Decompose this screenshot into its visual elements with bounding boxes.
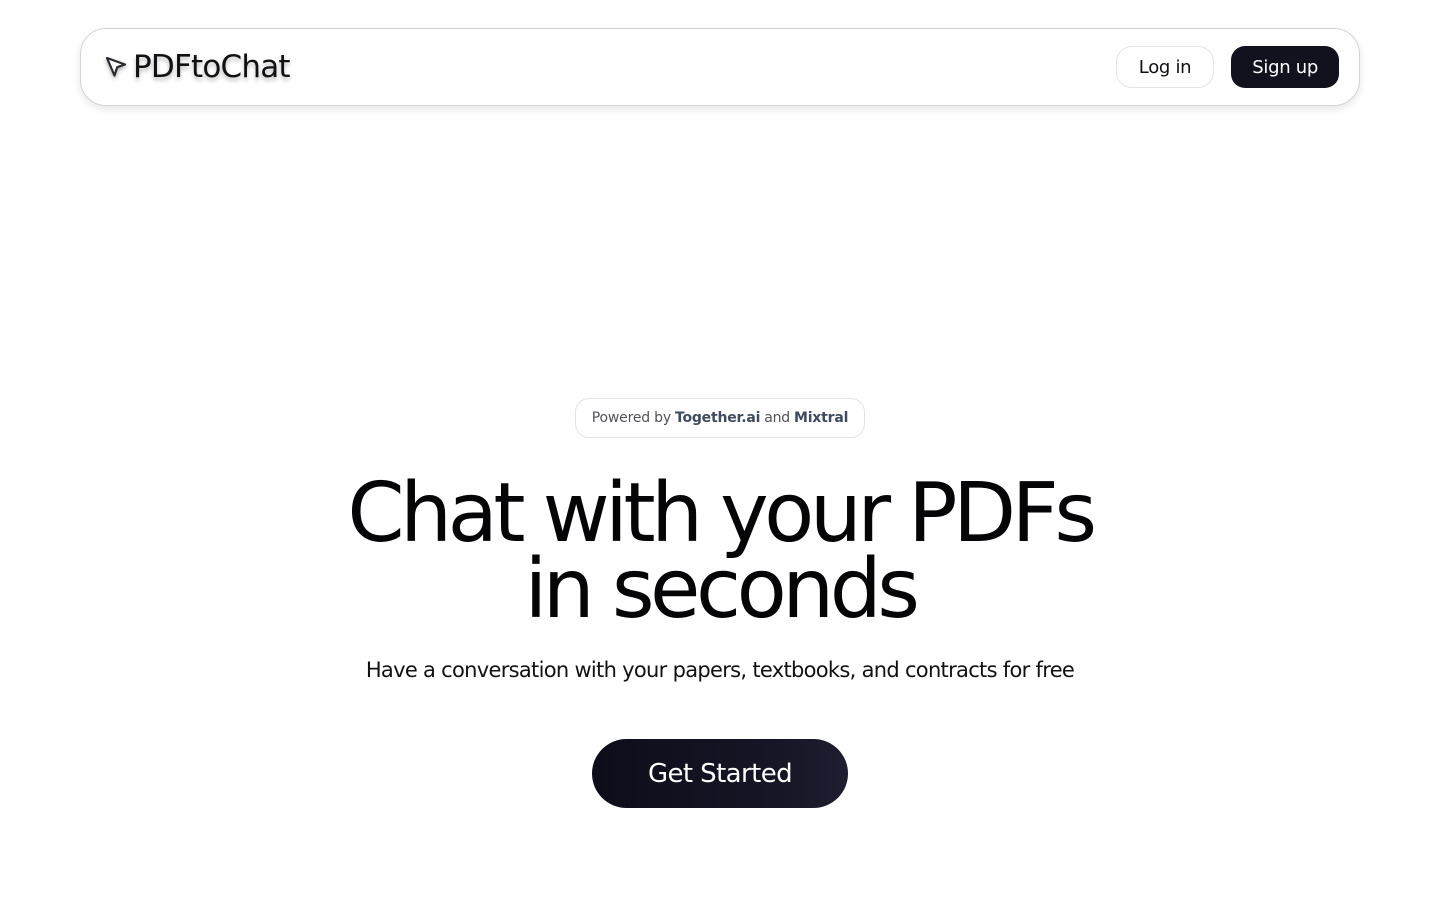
brand-logo-link[interactable]: PDFtoChat <box>103 49 291 85</box>
hero-headline: Chat with your PDFs in seconds <box>347 466 1097 637</box>
headline-line-1: Chat with your PDFs <box>347 466 1097 561</box>
get-started-button[interactable]: Get Started <box>592 739 848 808</box>
cursor-arrow-icon <box>103 54 129 80</box>
navbar: PDFtoChat Log in Sign up <box>80 28 1360 106</box>
signup-button[interactable]: Sign up <box>1231 46 1339 88</box>
login-button[interactable]: Log in <box>1115 46 1215 88</box>
nav-actions: Log in Sign up <box>1115 46 1339 88</box>
hero-subtitle: Have a conversation with your papers, te… <box>365 658 1075 682</box>
powered-by-badge: Powered by Together.ai and Mixtral <box>574 398 866 438</box>
badge-prefix: Powered by <box>591 410 671 426</box>
hero-section: Powered by Together.ai and Mixtral Chat … <box>0 398 1440 808</box>
headline-line-2: in seconds <box>524 542 921 637</box>
badge-model: Mixtral <box>793 410 849 426</box>
badge-provider: Together.ai <box>674 410 761 426</box>
brand-name: PDFtoChat <box>133 49 291 85</box>
badge-connector: and <box>764 410 790 426</box>
